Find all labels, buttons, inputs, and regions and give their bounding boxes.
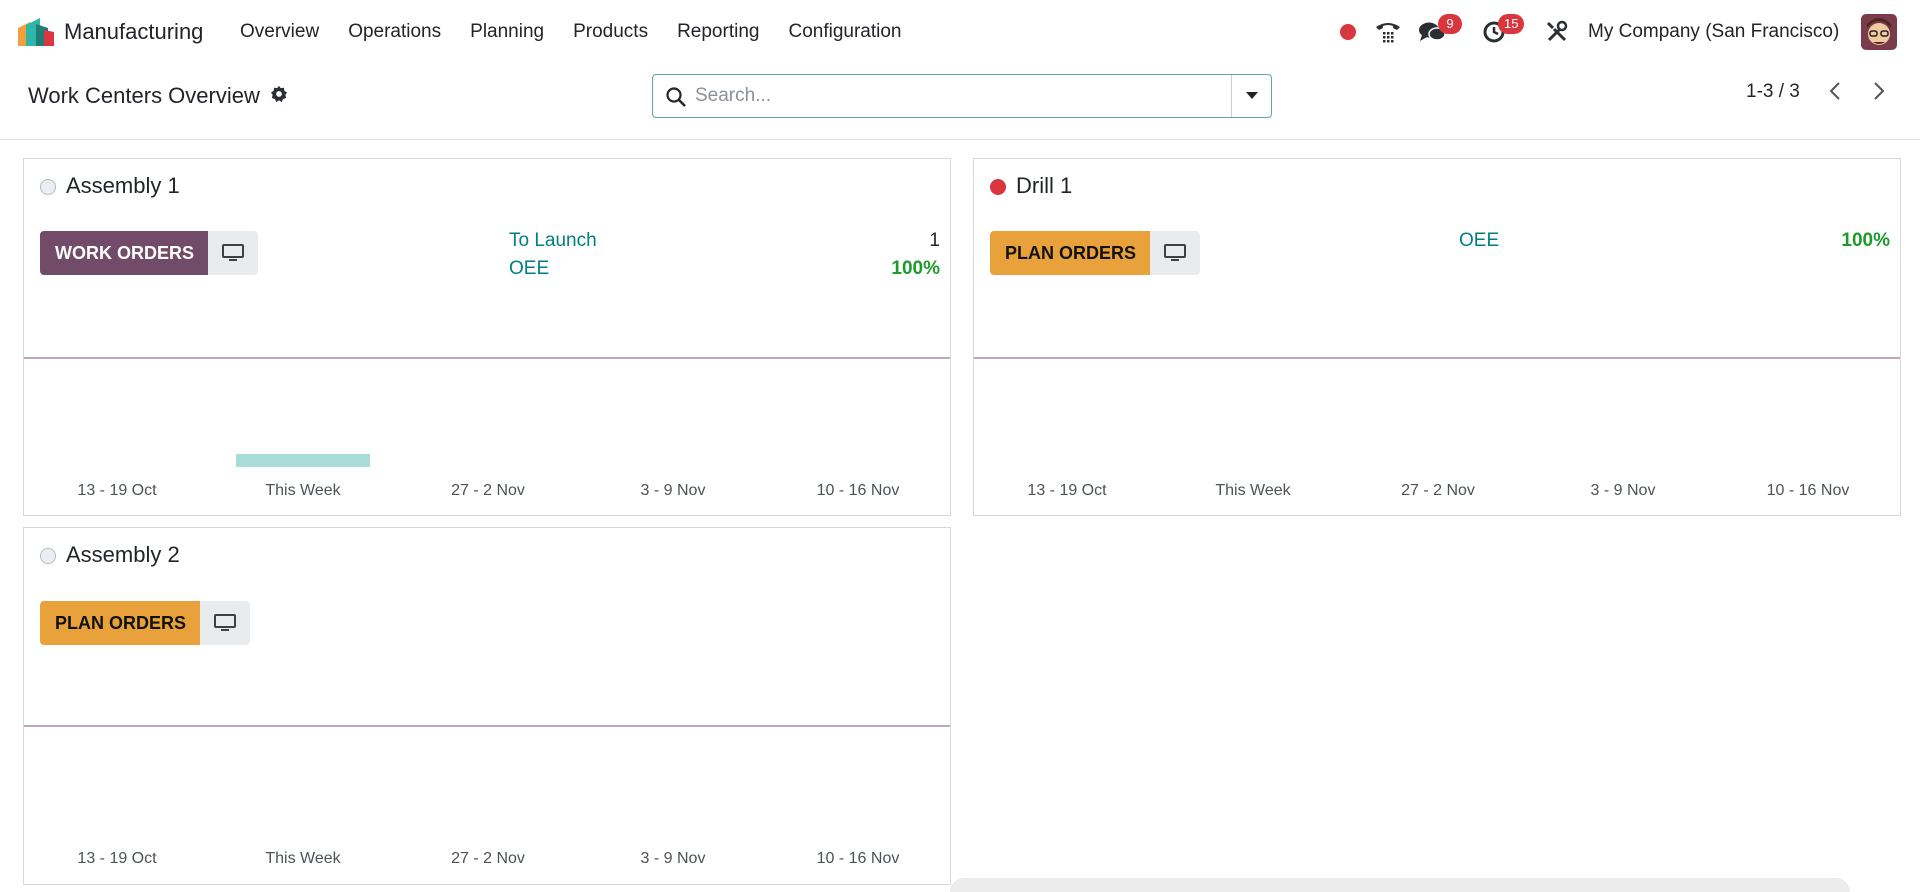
workcenter-card-assembly-1[interactable]: Assembly 1 WORK ORDERS To Launch 1 OEE 1… (23, 158, 951, 516)
monitor-icon (214, 614, 236, 631)
menu-planning[interactable]: Planning (470, 21, 544, 43)
menu-operations[interactable]: Operations (348, 21, 441, 43)
graph-baseline (974, 357, 1900, 359)
recording-indicator[interactable] (1340, 24, 1356, 40)
main-menu: Overview Operations Planning Products Re… (240, 0, 931, 64)
graph-baseline (24, 357, 950, 359)
search-bar (652, 74, 1272, 118)
pager-next-button[interactable] (1864, 76, 1894, 106)
monitor-icon (1164, 244, 1186, 261)
graph-bar-this-week (236, 454, 370, 467)
workcenter-card-assembly-2[interactable]: Assembly 2 PLAN ORDERS 13 - 19 Oct This … (23, 527, 951, 885)
status-indicator[interactable] (40, 548, 56, 564)
page-title: Work Centers Overview (28, 83, 260, 108)
search-icon (666, 87, 686, 107)
workcenter-name[interactable]: Assembly 2 (66, 542, 180, 568)
stat-oee-value: 100% (891, 258, 940, 279)
menu-overview[interactable]: Overview (240, 21, 319, 43)
week-label: 27 - 2 Nov (451, 850, 525, 867)
tools-icon[interactable] (1543, 18, 1571, 46)
user-avatar[interactable] (1861, 14, 1897, 50)
week-label: 27 - 2 Nov (451, 482, 525, 499)
caret-down-icon (1245, 92, 1258, 99)
week-label: This Week (265, 482, 341, 499)
week-label: This Week (1215, 482, 1291, 499)
week-label: 10 - 16 Nov (816, 482, 900, 499)
menu-reporting[interactable]: Reporting (677, 21, 759, 43)
phone-icon[interactable] (1374, 18, 1402, 46)
week-label: This Week (265, 850, 341, 867)
status-indicator[interactable] (990, 179, 1006, 195)
week-label: 10 - 16 Nov (816, 850, 900, 867)
menu-configuration[interactable]: Configuration (788, 21, 901, 43)
stat-to-launch-value: 1 (929, 230, 940, 251)
search-input[interactable] (695, 76, 1195, 116)
top-navbar: Manufacturing Overview Operations Planni… (0, 0, 1920, 64)
stat-oee-label[interactable]: OEE (509, 258, 549, 280)
menu-products[interactable]: Products (573, 21, 648, 43)
stat-to-launch-label[interactable]: To Launch (509, 230, 597, 252)
app-name[interactable]: Manufacturing (64, 19, 203, 45)
week-label: 3 - 9 Nov (640, 850, 706, 867)
workcenter-display-button[interactable] (208, 231, 258, 275)
plan-orders-button[interactable]: PLAN ORDERS (40, 601, 200, 645)
week-label: 3 - 9 Nov (640, 482, 706, 499)
company-switcher[interactable]: My Company (San Francisco) (1588, 21, 1839, 43)
week-label: 13 - 19 Oct (1027, 482, 1107, 499)
workcenter-display-button[interactable] (200, 601, 250, 645)
workcenter-name[interactable]: Drill 1 (1016, 173, 1072, 199)
chevron-right-icon (1874, 82, 1885, 100)
stat-oee-label[interactable]: OEE (1459, 230, 1499, 252)
gear-icon[interactable] (270, 85, 288, 103)
week-label: 3 - 9 Nov (1590, 482, 1656, 499)
work-orders-button[interactable]: WORK ORDERS (40, 231, 208, 275)
stat-oee-value: 100% (1841, 230, 1890, 251)
week-label: 27 - 2 Nov (1401, 482, 1475, 499)
chevron-left-icon (1829, 82, 1840, 100)
pager-value[interactable]: 1-3 / 3 (1746, 81, 1800, 103)
workcenter-name[interactable]: Assembly 1 (66, 173, 180, 199)
search-options-toggle[interactable] (1231, 75, 1271, 117)
pager-previous-button[interactable] (1820, 76, 1850, 106)
status-indicator[interactable] (40, 179, 56, 195)
week-label: 13 - 19 Oct (77, 482, 157, 499)
plan-orders-button[interactable]: PLAN ORDERS (990, 231, 1150, 275)
messages-badge: 9 (1438, 14, 1462, 34)
week-label: 10 - 16 Nov (1766, 482, 1850, 499)
activities-badge: 15 (1498, 14, 1525, 34)
manufacturing-logo-icon[interactable] (18, 18, 54, 46)
monitor-icon (222, 244, 244, 261)
week-label: 13 - 19 Oct (77, 850, 157, 867)
workcenter-card-drill-1[interactable]: Drill 1 PLAN ORDERS OEE 100% 13 - 19 Oct… (973, 158, 1901, 516)
graph-baseline (24, 725, 950, 727)
workcenter-display-button[interactable] (1150, 231, 1200, 275)
control-panel: Work Centers Overview 1-3 / 3 (0, 64, 1920, 140)
horizontal-scroll-edge (950, 878, 1850, 892)
